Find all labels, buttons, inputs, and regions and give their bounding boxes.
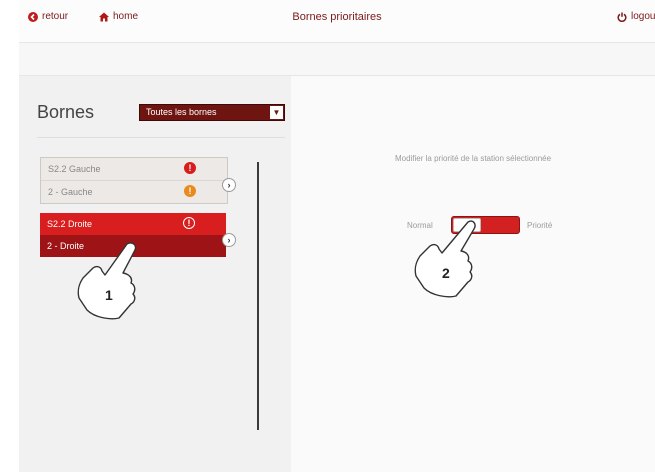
app-window: retour home Bornes prioritaires logou Bo…: [19, 0, 655, 472]
top-bar: retour home Bornes prioritaires logou: [19, 0, 655, 43]
instruction-text: Modifier la priorité de la station sélec…: [394, 154, 552, 163]
station-row: 2 - Gauche !: [41, 180, 227, 203]
station-details-button[interactable]: ›: [222, 178, 236, 192]
toggle-label-priority: Priorité: [527, 221, 553, 230]
panel-heading: Bornes: [37, 102, 95, 122]
sub-bar: [19, 43, 655, 76]
alert-icon: !: [183, 217, 195, 229]
stations-panel: Bornes Toutes les bornes ▼ S2.2 Gauche !…: [19, 76, 291, 472]
priority-toggle-row: Normal Priorité: [291, 216, 655, 238]
scrollbar[interactable]: [257, 162, 259, 430]
divider: [37, 137, 285, 138]
station-item-selected[interactable]: S2.2 Droite ! 2 - Droite: [40, 213, 226, 257]
alert-icon: !: [184, 162, 196, 174]
station-label: 2 - Gauche: [48, 187, 93, 197]
station-row: S2.2 Droite !: [40, 213, 226, 235]
priority-panel: Modifier la priorité de la station sélec…: [291, 76, 655, 472]
chevron-down-icon: ▼: [270, 106, 283, 119]
station-item[interactable]: S2.2 Gauche ! 2 - Gauche !: [40, 157, 228, 204]
station-details-button[interactable]: ›: [222, 233, 236, 247]
chevron-right-icon: ›: [227, 180, 231, 190]
power-icon: [617, 12, 627, 22]
toggle-label-normal: Normal: [407, 221, 433, 230]
station-row: S2.2 Gauche !: [41, 158, 227, 180]
chevron-right-icon: ›: [227, 235, 231, 245]
filter-value: Toutes les bornes: [146, 107, 217, 117]
priority-toggle[interactable]: [451, 216, 520, 234]
logout-label: logou: [631, 11, 655, 22]
stations-filter-select[interactable]: Toutes les bornes ▼: [139, 104, 285, 121]
station-row: 2 - Droite: [40, 235, 226, 257]
alert-icon: !: [184, 185, 196, 197]
station-label: 2 - Droite: [47, 241, 85, 251]
page-title: Bornes prioritaires: [292, 11, 382, 23]
toggle-knob[interactable]: [453, 218, 481, 232]
logout-button[interactable]: logou: [617, 11, 655, 22]
station-name: S2.2 Gauche: [48, 164, 101, 174]
station-name: S2.2 Droite: [47, 219, 93, 229]
